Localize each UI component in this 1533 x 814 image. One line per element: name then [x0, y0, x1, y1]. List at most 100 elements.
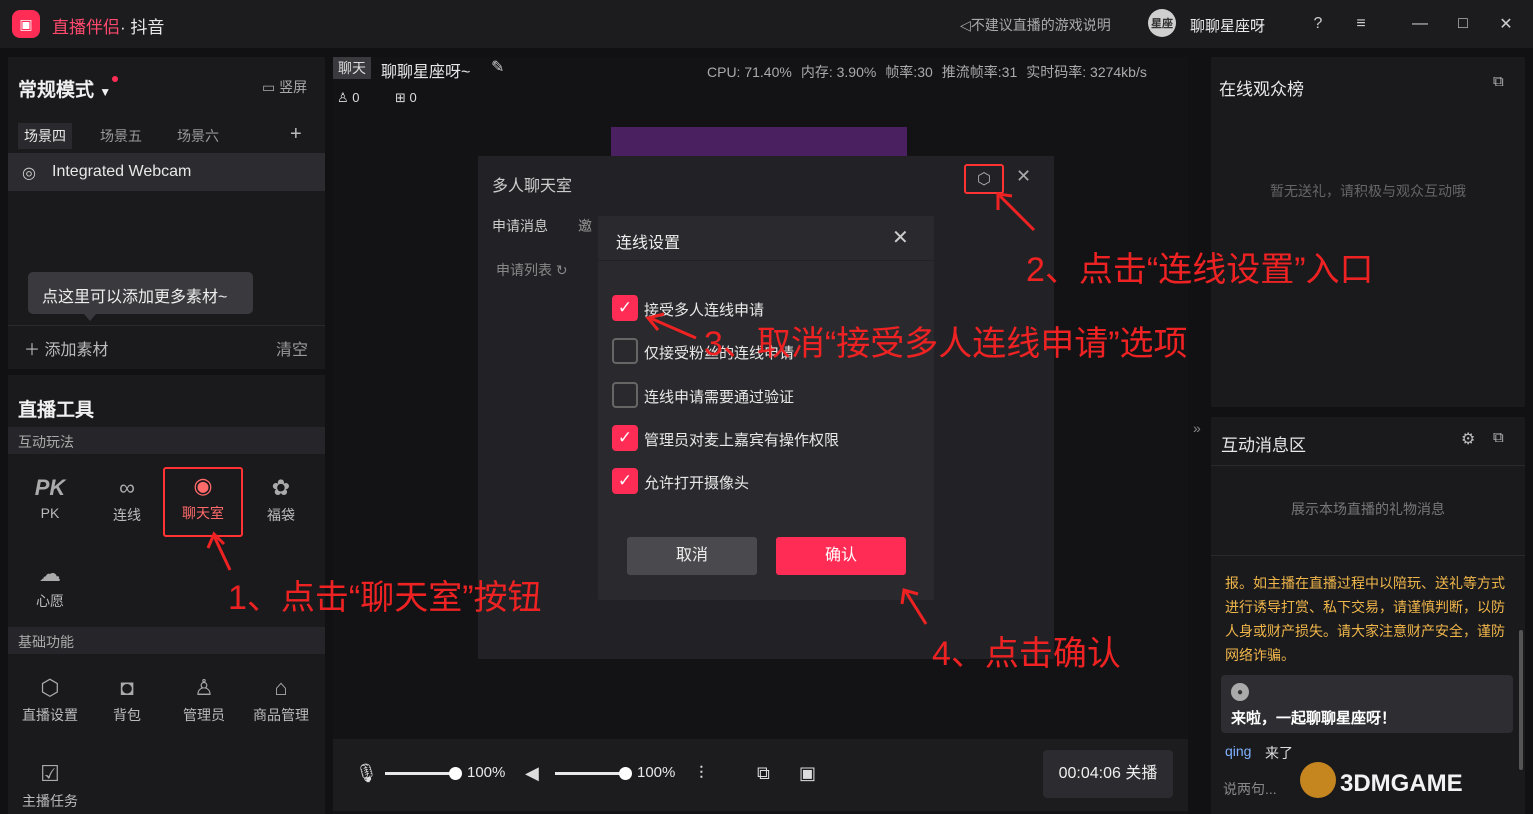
audience-panel: 在线观众榜 ⧉ 暂无送礼，请积极与观众互动哦	[1211, 57, 1525, 407]
checkbox[interactable]: ✓	[612, 425, 638, 451]
annotation-step4: 4、点击确认	[932, 635, 1121, 673]
mixer-icon[interactable]: ⫶	[699, 763, 704, 784]
user-name[interactable]: 聊聊星座呀	[1190, 15, 1265, 36]
mic-volume-value: 100%	[467, 764, 506, 781]
source-item[interactable]: ◎ Integrated Webcam	[8, 153, 325, 191]
perf-stats: CPU: 71.40% 内存: 3.90% 帧率:30 推流帧率:31 实时码率: 32…	[698, 62, 1147, 82]
speaker-volume-knob[interactable]	[619, 767, 632, 780]
tab-invite[interactable]: 邀	[578, 216, 592, 236]
close-icon[interactable]: ✕	[1494, 12, 1518, 36]
audience-empty-text: 暂无送礼，请积极与观众互动哦	[1270, 183, 1466, 199]
connect-settings-icon[interactable]: ⬡	[964, 164, 1004, 194]
stop-live-button[interactable]: 00:04:06 关播	[1043, 750, 1173, 798]
scrollbar[interactable]	[1519, 630, 1523, 770]
speaker-volume-slider[interactable]	[555, 772, 625, 775]
safety-warning: 报。如主播在直播过程中以陪玩、送礼等方式进行诱导打赏、私下交易，请谨慎判断，以防…	[1225, 575, 1505, 663]
microphone-icon[interactable]: 🎙	[355, 763, 378, 784]
mem-stat: 内存: 3.90%	[800, 64, 877, 80]
menu-icon[interactable]: ≡	[1349, 12, 1373, 36]
divider	[1211, 465, 1525, 466]
tool-pk[interactable]: PK PK	[14, 471, 86, 539]
cancel-button[interactable]: 取消	[627, 537, 757, 575]
clear-button[interactable]: 清空	[276, 336, 308, 360]
tool-admin[interactable]: ♙ 管理员	[168, 671, 240, 739]
checkbox[interactable]	[612, 382, 638, 408]
source-actions: ＋ 添加素材 清空	[8, 325, 325, 365]
backpack-icon: ◘	[120, 675, 134, 700]
tab-scene-4[interactable]: 场景四	[18, 123, 72, 149]
tool-chat-room[interactable]: ◉ 聊天室	[163, 467, 243, 537]
watermark: 3DMGAME	[1340, 770, 1463, 797]
join-action-text: 来了	[1265, 745, 1293, 761]
app-logo-icon: ▣	[12, 10, 40, 38]
gift-count-value: 0	[409, 90, 417, 105]
tab-scene-5[interactable]: 场景五	[94, 123, 148, 149]
tab-scene-6[interactable]: 场景六	[171, 123, 225, 149]
mode-title: 常规模式	[18, 80, 95, 101]
popout-icon[interactable]: ⧉	[1493, 429, 1504, 446]
tool-connect[interactable]: ∞ 连线	[91, 471, 163, 539]
fps-stat: 帧率:30	[885, 64, 933, 80]
add-source-label: 添加素材	[44, 342, 109, 359]
pk-icon: PK	[34, 475, 66, 500]
tool-label: 聊天室	[182, 505, 224, 521]
room-name: 聊聊星座呀~	[381, 64, 471, 81]
dialog-title: 多人聊天室	[492, 178, 573, 195]
plus-icon: ＋	[24, 342, 41, 359]
webcam-icon: ◎	[22, 165, 36, 182]
app-name: 直播伴侣	[52, 18, 120, 37]
edit-icon[interactable]: ✎	[491, 57, 504, 77]
tool-tasks[interactable]: ☑ 主播任务	[14, 757, 86, 814]
game-note-label: 不建议直播的游戏说明	[970, 17, 1111, 33]
tool-wish[interactable]: ☁ 心愿	[14, 557, 86, 625]
expand-arrow-icon[interactable]: »	[1193, 420, 1201, 436]
tab-apply-messages[interactable]: 申请消息	[492, 216, 548, 236]
tool-label: 直播设置	[22, 707, 78, 723]
room-type-tag: 聊天	[333, 57, 371, 79]
screen-share-icon[interactable]: ⧉	[757, 763, 770, 784]
bitrate-stat: 实时码率: 3274kb/s	[1026, 64, 1147, 80]
speaker-icon[interactable]: ◀	[525, 763, 539, 784]
close-icon[interactable]: ✕	[1016, 166, 1031, 187]
notification-dot	[112, 76, 118, 82]
annotation-step3: 3、取消“接受多人连线申请”选项	[704, 325, 1188, 363]
option-label: 允许打开摄像头	[644, 475, 750, 492]
audience-title: 在线观众榜	[1219, 80, 1304, 99]
viewer-count: ♙ 0	[337, 90, 360, 106]
caret-down-icon: ▼	[99, 85, 112, 99]
tool-goods[interactable]: ⌂ 商品管理	[245, 671, 317, 739]
join-user-name[interactable]: qing	[1225, 743, 1251, 759]
popout-icon[interactable]: ⧉	[1493, 73, 1504, 90]
portrait-button[interactable]: ▭ 竖屏	[262, 77, 307, 97]
checkbox[interactable]: ✓	[612, 295, 638, 321]
help-icon[interactable]: ?	[1306, 12, 1330, 36]
annotation-step1: 1、点击“聊天室”按钮	[228, 579, 542, 617]
add-source-button[interactable]: ＋ 添加素材	[24, 336, 108, 360]
close-icon[interactable]: ✕	[892, 225, 909, 250]
game-note-link[interactable]: ◁不建议直播的游戏说明	[960, 15, 1111, 35]
task-icon: ☑	[40, 761, 60, 786]
confirm-button[interactable]: 确认	[776, 537, 906, 575]
mic-volume-knob[interactable]	[449, 767, 462, 780]
add-scene-icon[interactable]: +	[290, 123, 302, 146]
connect-settings-dialog: 连线设置 ✕ ✓ 接受多人连线申请 仅接受粉丝的连线申请 连线申请需要通过验证 ✓…	[598, 216, 934, 600]
checkbox[interactable]	[612, 338, 638, 364]
tool-live-settings[interactable]: ⬡ 直播设置	[14, 671, 86, 739]
maximize-icon[interactable]: □	[1451, 12, 1475, 36]
minimize-icon[interactable]: —	[1408, 12, 1432, 36]
tool-lucky-bag[interactable]: ✿ 福袋	[245, 471, 317, 539]
hexagon-settings-icon: ⬡	[40, 675, 60, 700]
link-icon: ∞	[119, 475, 135, 500]
refresh-icon[interactable]: ↻	[556, 262, 568, 278]
settings-icon[interactable]: ⚙	[1461, 429, 1475, 449]
tool-backpack[interactable]: ◘ 背包	[91, 671, 163, 739]
checkbox[interactable]: ✓	[612, 468, 638, 494]
chat-input[interactable]: 说两句...	[1223, 779, 1277, 799]
user-avatar[interactable]: 星座	[1148, 9, 1176, 37]
mic-volume-slider[interactable]	[385, 772, 455, 775]
tool-label: 背包	[113, 707, 141, 723]
camera-icon[interactable]: ▣	[799, 763, 816, 784]
tool-label: 主播任务	[22, 793, 78, 809]
app-platform: · 抖音	[120, 18, 165, 37]
mode-selector[interactable]: 常规模式 ▼	[18, 75, 111, 102]
